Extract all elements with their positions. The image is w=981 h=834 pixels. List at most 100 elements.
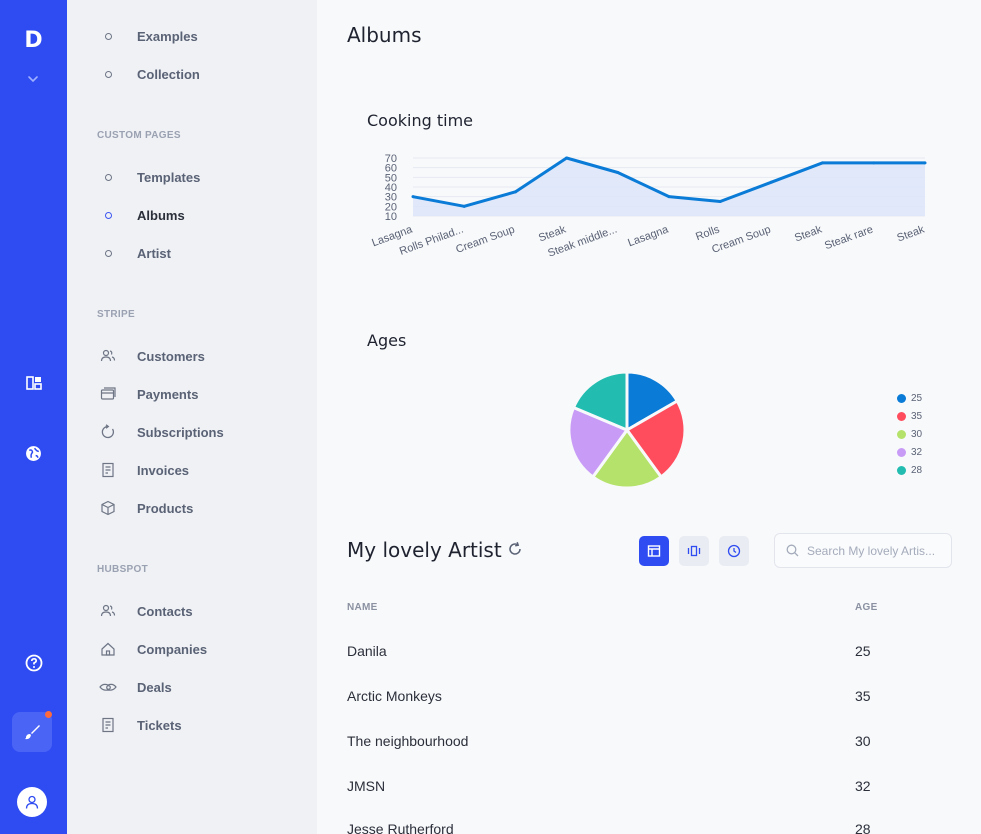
section-heading-hubspot: HUBSPOT xyxy=(97,564,148,575)
nav-item-examples[interactable]: Examples xyxy=(97,24,198,48)
users-icon xyxy=(97,603,119,619)
cell-age: 28 xyxy=(855,821,871,834)
data-point[interactable] xyxy=(616,171,620,174)
nav-item-label: Tickets xyxy=(137,717,182,733)
table-row[interactable]: JMSN 32 xyxy=(317,778,981,823)
cell-age: 32 xyxy=(855,778,871,794)
data-point[interactable] xyxy=(462,204,466,208)
y-tick-label: 70 xyxy=(385,153,397,165)
globe-icon[interactable] xyxy=(0,442,67,464)
nav-item-contacts[interactable]: Contacts xyxy=(97,599,193,623)
page-title: Albums xyxy=(347,23,422,47)
refresh-icon[interactable] xyxy=(507,541,523,562)
dashboard-icon[interactable] xyxy=(0,372,67,394)
data-point[interactable] xyxy=(667,195,671,199)
legend-label: 35 xyxy=(911,410,923,422)
legend-item[interactable]: 28 xyxy=(897,461,922,479)
cell-name: Arctic Monkeys xyxy=(347,688,442,704)
section-heading-stripe: STRIPE xyxy=(97,309,135,320)
nav-item-customers[interactable]: Customers xyxy=(97,344,205,368)
timeline-view-button[interactable] xyxy=(719,536,749,566)
nav-item-label: Collection xyxy=(137,66,200,82)
nav-item-products[interactable]: Products xyxy=(97,496,193,520)
data-point[interactable] xyxy=(821,161,825,165)
help-icon[interactable] xyxy=(0,652,67,674)
legend-item[interactable]: 25 xyxy=(897,389,922,407)
nav-item-payments[interactable]: Payments xyxy=(97,382,198,406)
bullet-icon xyxy=(104,211,112,219)
nav-item-label: Companies xyxy=(137,641,208,657)
kanban-view-button[interactable] xyxy=(679,536,709,566)
nav-item-albums[interactable]: Albums xyxy=(97,203,185,227)
legend-label: 32 xyxy=(911,446,923,458)
bullet-icon xyxy=(104,32,112,40)
workspace-logo[interactable]: D xyxy=(0,28,67,53)
legend-label: 25 xyxy=(911,392,923,404)
nav-item-label: Subscriptions xyxy=(137,424,224,440)
card-icon xyxy=(97,386,119,402)
nav-item-label: Examples xyxy=(137,28,198,44)
data-point[interactable] xyxy=(872,161,876,165)
x-tick-label: Cream Soup xyxy=(710,224,772,256)
chevron-down-icon[interactable] xyxy=(26,72,40,91)
invoice-icon xyxy=(97,462,119,478)
app-rail: D xyxy=(0,0,67,834)
line-chart-title: Cooking time xyxy=(367,111,473,130)
nav-item-tickets[interactable]: Tickets xyxy=(97,713,182,737)
legend-swatch xyxy=(897,411,906,421)
x-tick-label: Steak rare xyxy=(823,224,875,253)
clock-icon xyxy=(727,544,741,558)
customize-button[interactable] xyxy=(12,711,52,752)
home-icon xyxy=(97,641,119,657)
x-tick-label: Rolls xyxy=(694,223,722,243)
data-point[interactable] xyxy=(411,195,415,199)
nav-item-deals[interactable]: Deals xyxy=(97,675,172,699)
cell-name: The neighbourhood xyxy=(347,733,469,749)
search-input[interactable] xyxy=(807,543,947,558)
legend-item[interactable]: 32 xyxy=(897,443,922,461)
legend-item[interactable]: 30 xyxy=(897,425,922,443)
main-content: Albums Cooking time 10 20 30 40 50 60 70 Lasagn… xyxy=(317,0,981,834)
cell-name: JMSN xyxy=(347,778,386,794)
legend-swatch xyxy=(897,429,906,439)
bullet-icon xyxy=(104,70,112,78)
nav-item-label: Albums xyxy=(137,207,185,223)
sidebar-nav: Examples Collection CUSTOM PAGES Templat… xyxy=(67,0,317,834)
data-point[interactable] xyxy=(769,180,773,184)
table-row[interactable]: Jesse Rutherford 28 xyxy=(317,821,981,834)
nav-item-companies[interactable]: Companies xyxy=(97,637,207,661)
data-point[interactable] xyxy=(718,200,722,203)
kanban-icon xyxy=(687,545,701,557)
nav-item-label: Artist xyxy=(137,245,171,261)
avatar[interactable] xyxy=(17,787,47,817)
table-title: My lovely Artist xyxy=(347,538,502,562)
table-row[interactable]: The neighbourhood 30 xyxy=(317,733,981,778)
table-row[interactable]: Danila 25 xyxy=(317,643,981,688)
table-row[interactable]: Arctic Monkeys 35 xyxy=(317,688,981,733)
column-header-age[interactable]: AGE xyxy=(855,602,878,613)
nav-item-subscriptions[interactable]: Subscriptions xyxy=(97,420,224,444)
data-point[interactable] xyxy=(513,190,517,194)
pie-legend: 25 35 30 32 28 xyxy=(897,389,922,479)
nav-item-artist[interactable]: Artist xyxy=(97,241,171,265)
cell-age: 25 xyxy=(855,643,871,659)
ages-pie-chart xyxy=(567,370,687,490)
nav-item-collection[interactable]: Collection xyxy=(97,62,200,86)
section-heading-custom-pages: CUSTOM PAGES xyxy=(97,130,181,141)
data-point[interactable] xyxy=(923,161,927,165)
column-header-name[interactable]: NAME xyxy=(347,602,378,613)
legend-label: 30 xyxy=(911,428,923,440)
handshake-icon xyxy=(97,679,119,695)
nav-item-invoices[interactable]: Invoices xyxy=(97,458,189,482)
data-point[interactable] xyxy=(565,156,569,160)
cell-name: Danila xyxy=(347,643,387,659)
pie-chart-title: Ages xyxy=(367,331,407,350)
legend-label: 28 xyxy=(911,464,923,476)
nav-item-templates[interactable]: Templates xyxy=(97,165,200,189)
refresh-icon xyxy=(97,424,119,440)
table-view-button[interactable] xyxy=(639,536,669,566)
notification-dot xyxy=(45,711,52,718)
legend-item[interactable]: 35 xyxy=(897,407,922,425)
cooking-time-chart: 10203040506070LasagnaRolls Philad...Crea… xyxy=(370,153,927,260)
x-tick-label: Lasagna xyxy=(626,223,671,249)
